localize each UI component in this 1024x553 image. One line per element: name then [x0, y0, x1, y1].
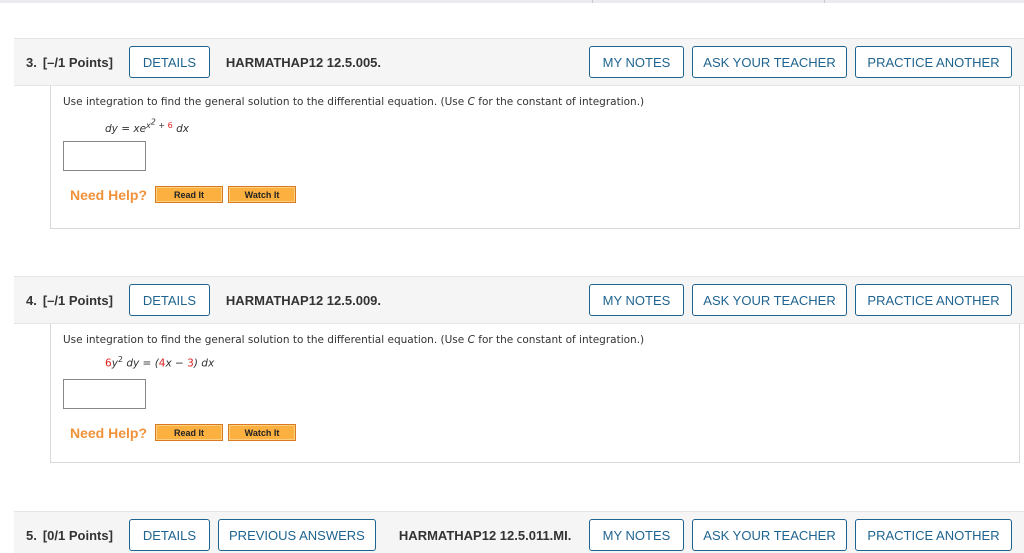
question-points: [–/1 Points] — [42, 54, 113, 70]
tab-separator — [592, 0, 593, 3]
need-help-label: Need Help? — [70, 186, 148, 203]
equation-highlight: 3 — [187, 357, 194, 370]
equation-term: x − — [165, 357, 188, 370]
practice-another-button[interactable]: PRACTICE ANOTHER — [855, 284, 1012, 316]
details-button[interactable]: DETAILS — [128, 284, 210, 316]
ask-your-teacher-button[interactable]: ASK YOUR TEACHER — [692, 46, 847, 78]
question-body: Use integration to find the general solu… — [50, 86, 1020, 229]
equation-highlight: 6 — [105, 357, 112, 370]
question-header: 5. [0/1 Points] DETAILS PREVIOUS ANSWERS… — [14, 511, 1024, 553]
practice-another-button[interactable]: PRACTICE ANOTHER — [855, 519, 1012, 551]
previous-answers-button[interactable]: PREVIOUS ANSWERS — [217, 519, 376, 551]
question-prompt: Use integration to find the general solu… — [63, 86, 1019, 108]
read-it-button[interactable]: Read It — [155, 424, 224, 441]
prompt-variable: C — [467, 96, 475, 108]
answer-input[interactable] — [63, 141, 146, 171]
need-help-label: Need Help? — [70, 424, 148, 441]
prompt-variable: C — [467, 334, 475, 346]
question-actions: MY NOTES ASK YOUR TEACHER PRACTICE ANOTH… — [581, 46, 1012, 78]
ask-your-teacher-button[interactable]: ASK YOUR TEACHER — [692, 519, 847, 551]
question-number: 3. — [26, 54, 37, 70]
question-header: 4. [–/1 Points] DETAILS HARMATHAP12 12.5… — [14, 276, 1024, 324]
read-it-button[interactable]: Read It — [155, 186, 224, 203]
question-code: HARMATHAP12 12.5.009. — [225, 292, 382, 308]
prompt-text: for the constant of integration.) — [474, 334, 645, 346]
prompt-text: for the constant of integration.) — [474, 96, 645, 108]
need-help-row: Need Help? Read It Watch It — [70, 424, 1019, 441]
details-button[interactable]: DETAILS — [128, 46, 210, 78]
equation: dy = xex2 + 6 dx — [105, 117, 1019, 136]
question-actions: MY NOTES ASK YOUR TEACHER PRACTICE ANOTH… — [581, 519, 1012, 551]
question-code: HARMATHAP12 12.5.011.MI. — [398, 527, 572, 543]
details-button[interactable]: DETAILS — [128, 519, 210, 551]
question-points: [–/1 Points] — [42, 292, 113, 308]
question-4: 4. [–/1 Points] DETAILS HARMATHAP12 12.5… — [14, 276, 1024, 463]
practice-another-button[interactable]: PRACTICE ANOTHER — [855, 46, 1012, 78]
equation-term: dy = xe — [105, 123, 147, 136]
equation-term: dy = ( — [123, 357, 159, 370]
equation-term: dx — [172, 123, 189, 136]
watch-it-button[interactable]: Watch It — [228, 424, 297, 441]
question-5: 5. [0/1 Points] DETAILS PREVIOUS ANSWERS… — [14, 511, 1024, 553]
watch-it-button[interactable]: Watch It — [228, 186, 297, 203]
answer-input[interactable] — [63, 379, 146, 409]
question-header: 3. [–/1 Points] DETAILS HARMATHAP12 12.5… — [14, 38, 1024, 86]
prompt-text: Use integration to find the general solu… — [63, 334, 468, 346]
my-notes-button[interactable]: MY NOTES — [589, 519, 684, 551]
equation: 6y2 dy = (4x − 3) dx — [105, 355, 1019, 371]
question-prompt: Use integration to find the general solu… — [63, 324, 1019, 346]
tab-separator — [824, 0, 825, 3]
prompt-text: Use integration to find the general solu… — [63, 96, 468, 108]
my-notes-button[interactable]: MY NOTES — [589, 284, 684, 316]
question-actions: MY NOTES ASK YOUR TEACHER PRACTICE ANOTH… — [581, 284, 1012, 316]
my-notes-button[interactable]: MY NOTES — [589, 46, 684, 78]
question-body: Use integration to find the general solu… — [50, 324, 1020, 463]
question-number: 4. — [26, 292, 37, 308]
ask-your-teacher-button[interactable]: ASK YOUR TEACHER — [692, 284, 847, 316]
need-help-row: Need Help? Read It Watch It — [70, 186, 1019, 203]
question-3: 3. [–/1 Points] DETAILS HARMATHAP12 12.5… — [14, 38, 1024, 229]
question-points: [0/1 Points] — [42, 527, 113, 543]
question-number: 5. — [26, 527, 37, 543]
equation-term: + — [155, 120, 168, 130]
top-strip — [0, 0, 1024, 3]
equation-term: ) dx — [193, 357, 215, 370]
question-code: HARMATHAP12 12.5.005. — [225, 54, 382, 70]
